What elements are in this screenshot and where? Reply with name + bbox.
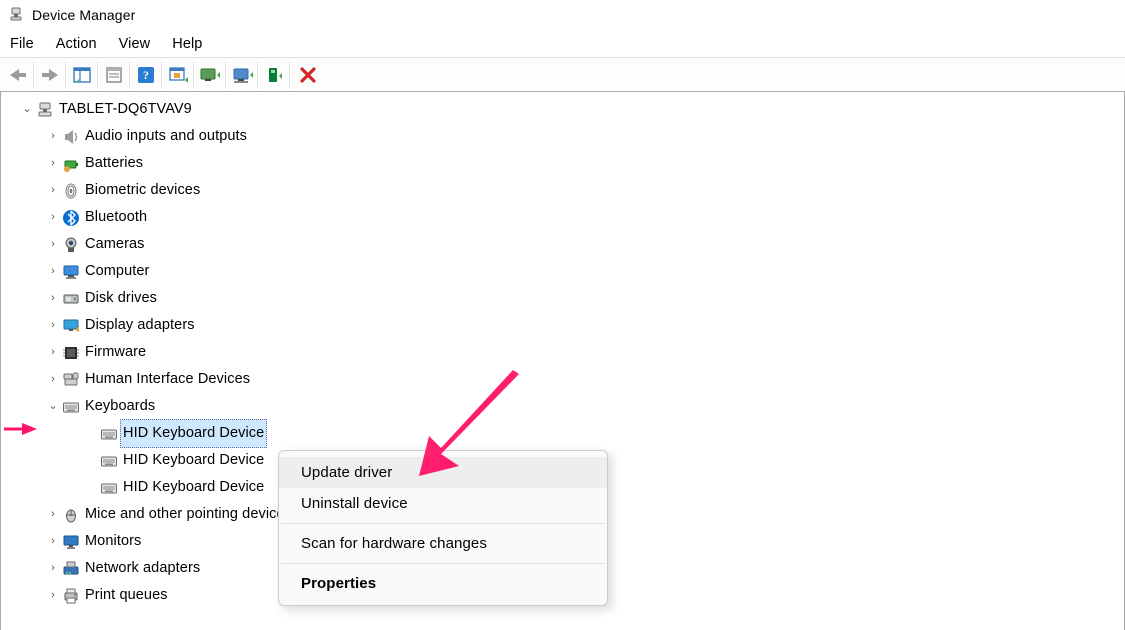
chevron-icon[interactable]: › <box>45 150 61 177</box>
keyboard-icon <box>99 451 119 471</box>
chevron-icon[interactable]: › <box>45 177 61 204</box>
back-button[interactable] <box>6 61 34 89</box>
tree-category-label: Biometric devices <box>85 177 200 204</box>
tree-category-label: Keyboards <box>85 393 155 420</box>
context-separator <box>281 523 605 524</box>
tree-category-label: Cameras <box>85 231 145 258</box>
camera-icon <box>61 235 81 255</box>
chevron-icon[interactable]: › <box>45 258 61 285</box>
scan-hardware-button[interactable] <box>166 61 194 89</box>
tree-root-label: TABLET-DQ6TVAV9 <box>59 96 192 123</box>
menu-action[interactable]: Action <box>56 36 97 52</box>
chevron-icon[interactable]: › <box>45 555 61 582</box>
display-icon <box>61 316 81 336</box>
tree-category[interactable]: › Disk drives <box>1 285 1124 312</box>
window-title: Device Manager <box>32 7 135 23</box>
disk-icon <box>61 289 81 309</box>
tree-category-label: Bluetooth <box>85 204 147 231</box>
speaker-icon <box>61 127 81 147</box>
bluetooth-icon <box>61 208 81 228</box>
tree-category[interactable]: › Human Interface Devices <box>1 366 1124 393</box>
tree-category[interactable]: › Firmware <box>1 339 1124 366</box>
computer-root-icon <box>35 100 55 120</box>
tree-device[interactable]: HID Keyboard Device <box>1 420 1124 447</box>
tree-category[interactable]: › Biometric devices <box>1 177 1124 204</box>
toolbar: ? <box>0 58 1125 92</box>
mouse-icon <box>61 505 81 525</box>
chevron-icon[interactable]: › <box>45 582 61 609</box>
chevron-icon[interactable]: › <box>45 339 61 366</box>
tree-category-label: Audio inputs and outputs <box>85 123 247 150</box>
uninstall-device-button[interactable] <box>230 61 258 89</box>
chevron-icon[interactable]: › <box>45 366 61 393</box>
update-driver-button[interactable] <box>198 61 226 89</box>
computer-icon <box>61 262 81 282</box>
context-update-driver[interactable]: Update driver <box>279 457 607 488</box>
tree-category-label: Network adapters <box>85 555 200 582</box>
app-icon <box>8 6 24 25</box>
context-separator <box>281 563 605 564</box>
chevron-icon[interactable]: › <box>45 231 61 258</box>
chevron-icon[interactable]: › <box>45 285 61 312</box>
menu-bar: File Action View Help <box>0 30 1125 58</box>
enable-device-button[interactable] <box>262 61 290 89</box>
tree-category-label: Display adapters <box>85 312 195 339</box>
keyboard-icon <box>99 424 119 444</box>
chevron-icon[interactable]: › <box>45 501 61 528</box>
chevron-icon[interactable]: › <box>45 123 61 150</box>
tree-category[interactable]: › Display adapters <box>1 312 1124 339</box>
context-properties[interactable]: Properties <box>279 568 607 599</box>
menu-file[interactable]: File <box>10 36 34 52</box>
tree-category[interactable]: ⌄ Keyboards <box>1 393 1124 420</box>
keyboard-icon <box>99 478 119 498</box>
help-button[interactable]: ? <box>134 61 162 89</box>
show-hide-console-button[interactable] <box>70 61 98 89</box>
disable-device-button[interactable] <box>294 61 322 89</box>
title-bar: Device Manager <box>0 0 1125 30</box>
tree-category-label: Disk drives <box>85 285 157 312</box>
menu-view[interactable]: View <box>119 36 151 52</box>
printer-icon <box>61 586 81 606</box>
tree-category[interactable]: › Batteries <box>1 150 1124 177</box>
tree-category[interactable]: › Bluetooth <box>1 204 1124 231</box>
chevron-icon[interactable]: ⌄ <box>45 393 61 420</box>
tree-root[interactable]: ⌄ TABLET-DQ6TVAV9 <box>1 96 1124 123</box>
svg-text:?: ? <box>142 68 148 82</box>
context-scan-hardware[interactable]: Scan for hardware changes <box>279 528 607 559</box>
tree-category-label: Computer <box>85 258 149 285</box>
context-menu: Update driver Uninstall device Scan for … <box>278 450 608 606</box>
firmware-icon <box>61 343 81 363</box>
menu-help[interactable]: Help <box>172 36 202 52</box>
hid-icon <box>61 370 81 390</box>
chevron-icon[interactable]: ⌄ <box>19 96 35 123</box>
tree-category-label: Firmware <box>85 339 146 366</box>
monitor-icon <box>61 532 81 552</box>
tree-category[interactable]: › Audio inputs and outputs <box>1 123 1124 150</box>
battery-icon <box>61 154 81 174</box>
context-uninstall-device[interactable]: Uninstall device <box>279 488 607 519</box>
tree-category[interactable]: › Computer <box>1 258 1124 285</box>
tree-category[interactable]: › Cameras <box>1 231 1124 258</box>
properties-button[interactable] <box>102 61 130 89</box>
chevron-icon[interactable]: › <box>45 528 61 555</box>
network-icon <box>61 559 81 579</box>
tree-device-label: HID Keyboard Device <box>123 447 264 474</box>
chevron-icon[interactable]: › <box>45 312 61 339</box>
forward-button[interactable] <box>38 61 66 89</box>
tree-device-label: HID Keyboard Device <box>123 474 264 501</box>
tree-category-label: Human Interface Devices <box>85 366 250 393</box>
biometric-icon <box>61 181 81 201</box>
tree-device-label: HID Keyboard Device <box>120 419 267 448</box>
keyboard-icon <box>61 397 81 417</box>
tree-category-label: Monitors <box>85 528 141 555</box>
chevron-icon[interactable]: › <box>45 204 61 231</box>
tree-category-label: Print queues <box>85 582 168 609</box>
tree-category-label: Mice and other pointing devices <box>85 501 292 528</box>
tree-category-label: Batteries <box>85 150 143 177</box>
